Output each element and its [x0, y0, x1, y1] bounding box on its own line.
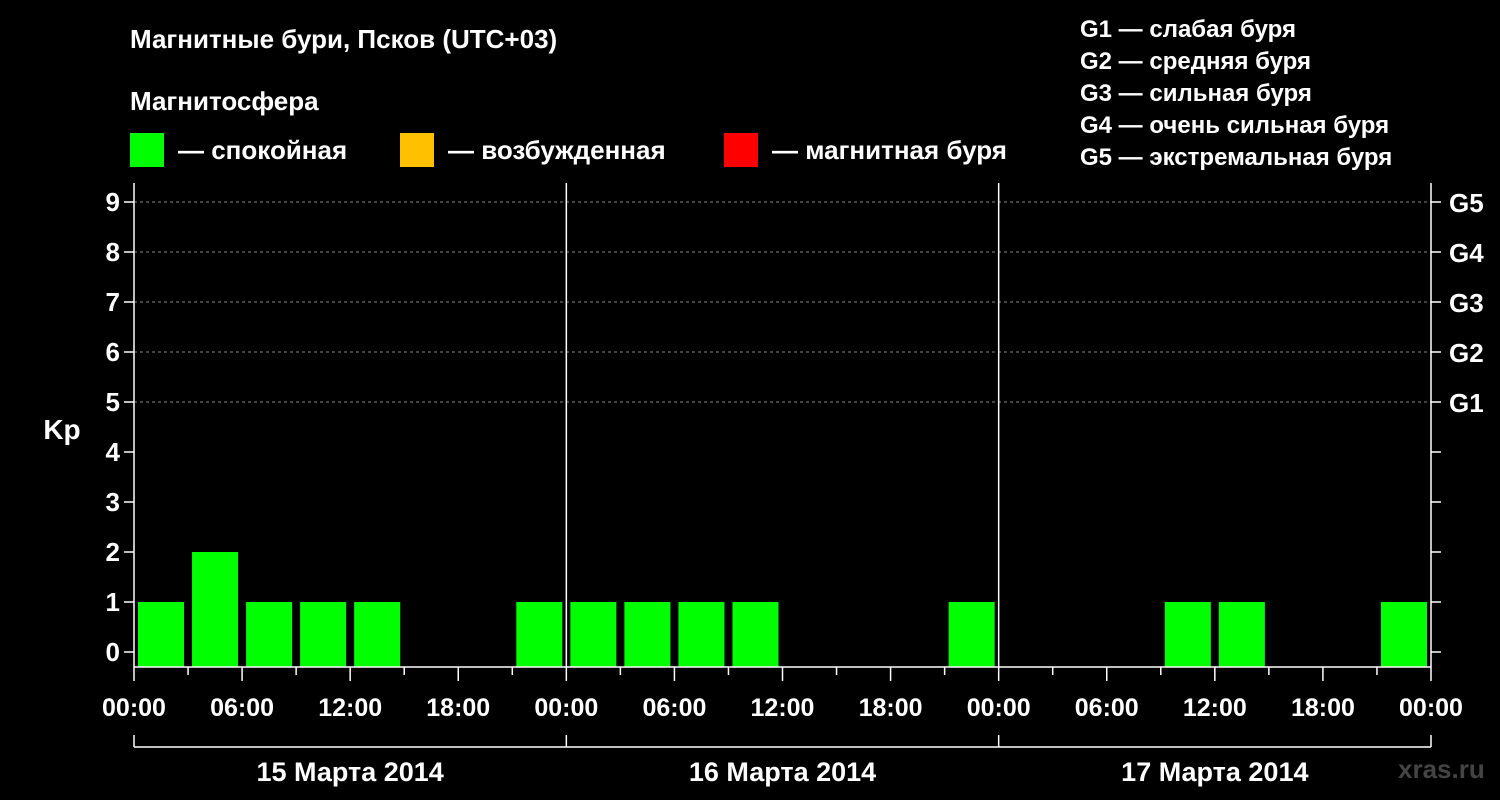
g-tick-label: G5 — [1449, 188, 1484, 218]
y-tick-label: 6 — [106, 337, 120, 367]
x-tick-label: 00:00 — [1399, 694, 1463, 722]
y-axis-label: Kp — [43, 414, 80, 445]
kp-bar — [732, 602, 779, 667]
y-tick-label: 1 — [106, 587, 120, 617]
kp-bars — [138, 552, 1427, 667]
day-label: 16 Марта 2014 — [689, 757, 876, 787]
g-scale-g2: G2 — средняя буря — [1080, 48, 1311, 75]
source-watermark: xras.ru — [1398, 754, 1485, 784]
g-scale-g1: G1 — слабая буря — [1080, 16, 1297, 43]
g-tick-label: G1 — [1449, 388, 1484, 418]
kp-bar — [570, 602, 617, 667]
x-tick-label: 00:00 — [534, 694, 598, 722]
x-tick-label: 00:00 — [102, 694, 166, 722]
g-tick-label: G4 — [1449, 238, 1484, 268]
x-tick-label: 18:00 — [426, 694, 490, 722]
kp-bar — [300, 602, 347, 667]
kp-bar — [1164, 602, 1211, 667]
g-tick-label: G3 — [1449, 288, 1484, 318]
g-scale-g5: G5 — экстремальная буря — [1080, 144, 1393, 171]
chart-subtitle: Магнитосфера — [130, 86, 319, 116]
x-tick-label: 18:00 — [859, 694, 923, 722]
kp-bar — [192, 552, 239, 667]
kp-bar — [354, 602, 401, 667]
x-tick-label: 00:00 — [967, 694, 1031, 722]
g-scale-g4: G4 — очень сильная буря — [1080, 112, 1390, 139]
x-tick-label: 12:00 — [1183, 694, 1247, 722]
legend-swatch-disturbed — [400, 133, 434, 167]
chart-title: Магнитные бури, Псков (UTC+03) — [130, 24, 558, 54]
kp-bar — [138, 602, 185, 667]
legend-label-quiet: — спокойная — [178, 135, 348, 165]
chart-grid — [134, 201, 1431, 403]
y-tick-label: 4 — [106, 437, 121, 467]
kp-bar — [1380, 602, 1427, 667]
kp-bar — [948, 602, 995, 667]
day-label: 17 Марта 2014 — [1121, 757, 1308, 787]
y-tick-label: 5 — [106, 387, 120, 417]
kp-bar — [624, 602, 671, 667]
g-tick-label: G2 — [1449, 338, 1484, 368]
y-tick-label: 7 — [106, 287, 120, 317]
x-tick-label: 18:00 — [1291, 694, 1355, 722]
chart-axes: 0 1 2 3 4 5 6 7 8 9 G1 G2 G3 G4 G5 00:00 06:00 12:00 18:00… — [102, 183, 1484, 787]
day-label: 15 Марта 2014 — [257, 757, 444, 787]
kp-bar — [246, 602, 293, 667]
legend-label-disturbed: — возбужденная — [448, 135, 666, 165]
x-tick-label: 06:00 — [1075, 694, 1139, 722]
legend-swatch-storm — [724, 133, 758, 167]
kp-bar — [678, 602, 725, 667]
kp-bar — [1218, 602, 1265, 667]
legend-label-storm: — магнитная буря — [772, 135, 1007, 165]
g-scale-g3: G3 — сильная буря — [1080, 80, 1312, 107]
y-tick-label: 9 — [106, 187, 120, 217]
x-tick-label: 12:00 — [751, 694, 815, 722]
y-tick-label: 2 — [106, 537, 120, 567]
x-tick-label: 12:00 — [318, 694, 382, 722]
x-tick-label: 06:00 — [642, 694, 706, 722]
y-tick-label: 8 — [106, 237, 120, 267]
x-tick-label: 06:00 — [210, 694, 274, 722]
y-tick-label: 0 — [106, 637, 120, 667]
y-tick-label: 3 — [106, 487, 120, 517]
kp-bar — [516, 602, 563, 667]
legend-swatch-quiet — [130, 133, 164, 167]
